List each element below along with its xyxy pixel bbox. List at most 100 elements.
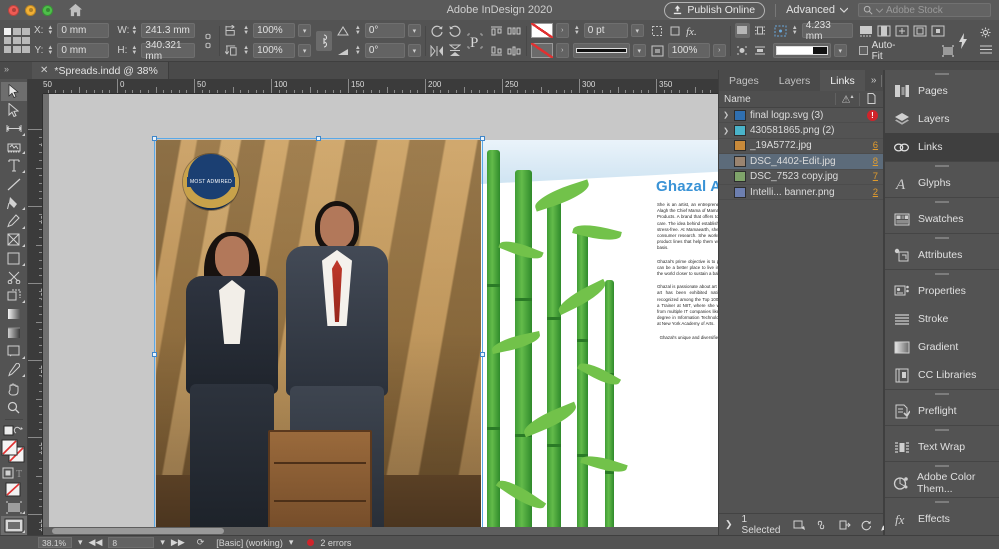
disclosure-chevron-icon[interactable]: ❯ <box>722 111 730 119</box>
dock-group-grip[interactable] <box>885 426 999 433</box>
close-icon[interactable]: ✕ <box>40 65 48 76</box>
link-page-badge[interactable]: 6 <box>868 140 878 151</box>
rectangle-frame-tool[interactable] <box>1 231 27 250</box>
vertical-ruler[interactable]: 050100150200250 <box>28 94 43 535</box>
center-content-icon[interactable] <box>931 23 946 38</box>
x-stepper[interactable]: ▲ ▼ <box>46 24 54 37</box>
rotate-stepper[interactable]: ▲ ▼ <box>354 44 362 57</box>
dock-item-pages[interactable]: Pages <box>885 77 999 105</box>
dock-item-cc-libraries[interactable]: CC Libraries <box>885 361 999 389</box>
list-item[interactable]: DSC_4402-Edit.jpg 8 <box>719 154 883 170</box>
right-page-article[interactable]: Ghazal A She is an artist, an entreprene… <box>481 140 718 535</box>
scale-y-dropdown[interactable]: ▾ <box>298 44 312 57</box>
rotate-clockwise-icon[interactable] <box>430 23 445 38</box>
content-aware-fit-icon[interactable] <box>940 43 955 58</box>
fill-dropdown[interactable]: › <box>555 23 569 38</box>
shear-stepper[interactable]: ▲ ▼ <box>354 24 362 37</box>
scissors-tool[interactable] <box>1 268 27 287</box>
stroke-dropdown[interactable]: › <box>555 43 569 58</box>
distribute-vertical-icon[interactable] <box>507 43 522 58</box>
gap-input[interactable]: 4.233 mm <box>801 20 853 42</box>
hamburger-icon[interactable] <box>978 44 993 54</box>
distribute-horizontal-icon[interactable] <box>507 23 522 38</box>
publish-online-button[interactable]: Publish Online <box>664 1 766 19</box>
flip-vertical-icon[interactable] <box>448 43 463 58</box>
dock-item-glyphs[interactable]: A Glyphs <box>885 169 999 197</box>
gear-icon[interactable] <box>978 26 993 38</box>
formatting-affects-toggle[interactable]: T <box>1 465 27 480</box>
page-number-input[interactable]: 8 <box>108 537 155 548</box>
dock-group-grip[interactable] <box>885 162 999 169</box>
gap-stroke-dropdown[interactable]: ▾ <box>833 44 847 57</box>
list-item[interactable]: Intelli... banner.png 2 <box>719 185 883 201</box>
align-top-icon[interactable] <box>489 23 504 38</box>
stroke-swatch[interactable] <box>530 43 553 58</box>
stroke-weight-dropdown[interactable]: ▾ <box>630 24 644 37</box>
h-input[interactable]: 340.321 mm <box>141 40 196 62</box>
dock-item-stroke[interactable]: Stroke <box>885 305 999 333</box>
shear-dropdown[interactable]: ▾ <box>407 24 421 37</box>
stroke-weight-stepper[interactable]: ▲ ▼ <box>573 24 581 37</box>
dock-group-grip[interactable] <box>885 462 999 469</box>
zoom-tool[interactable] <box>1 398 27 417</box>
dock-item-text-wrap[interactable]: Text Wrap <box>885 433 999 461</box>
scale-y-input[interactable]: 100% <box>253 43 296 58</box>
gap-stepper[interactable]: ▲ ▼ <box>791 24 799 37</box>
align-bottom-icon[interactable] <box>489 43 504 58</box>
pencil-tool[interactable] <box>1 212 27 231</box>
minimize-window-button[interactable] <box>25 4 36 16</box>
selection-tool[interactable] <box>0 82 27 101</box>
direct-selection-tool[interactable] <box>1 101 27 120</box>
text-wrap-none-icon[interactable] <box>734 23 750 38</box>
content-collector-tool[interactable] <box>1 138 27 157</box>
line-tool[interactable] <box>1 175 27 194</box>
dock-group-grip[interactable] <box>885 70 999 77</box>
hand-tool[interactable] <box>1 379 27 398</box>
reference-point-proxy[interactable] <box>0 27 33 54</box>
eyedropper-tool[interactable] <box>1 361 27 380</box>
scale-x-stepper[interactable]: ▲ ▼ <box>242 24 250 37</box>
fill-stroke-swatches-row[interactable] <box>1 423 27 438</box>
opacity-dropdown[interactable]: › <box>712 44 726 57</box>
dock-item-properties[interactable]: Properties <box>885 277 999 305</box>
double-chevron-icon[interactable]: » <box>4 64 9 74</box>
w-input[interactable]: 241.3 mm <box>141 23 196 38</box>
gradient-feather-tool[interactable] <box>1 324 27 343</box>
link-page-badge[interactable]: 8 <box>868 156 878 167</box>
ruler-origin[interactable] <box>28 79 43 94</box>
dock-group-grip[interactable] <box>885 498 999 505</box>
rotate-dropdown[interactable]: ▾ <box>407 44 421 57</box>
text-wrap-object-shape-icon[interactable] <box>735 43 750 58</box>
tab-links[interactable]: Links <box>820 70 865 91</box>
text-wrap-bounding-icon[interactable] <box>753 23 768 38</box>
frame-options-icon[interactable] <box>668 23 683 38</box>
document-tab[interactable]: ✕ *Spreads.indd @ 38% <box>32 62 169 79</box>
zoom-level-input[interactable]: 38.1% <box>38 537 72 548</box>
horizontal-ruler[interactable]: 50050100150200250300350400 <box>28 79 718 94</box>
rotate-counterclockwise-icon[interactable] <box>448 23 463 38</box>
auto-fit-checkbox[interactable] <box>858 46 868 55</box>
chevron-right-icon[interactable]: ❯ <box>725 519 733 530</box>
stroke-weight-input[interactable]: 0 pt <box>583 23 628 38</box>
zoom-dropdown-icon[interactable]: ▾ <box>78 537 83 548</box>
workspace-switcher[interactable]: Advanced <box>786 4 848 16</box>
preflight-toggle-icon[interactable]: ⟳ <box>197 537 205 548</box>
next-page-icon[interactable]: ▶▶ <box>171 537 185 548</box>
opacity-input[interactable]: 100% <box>667 43 710 58</box>
y-input[interactable]: 0 mm <box>57 43 110 58</box>
scale-y-stepper[interactable]: ▲ ▼ <box>242 44 250 57</box>
apply-none-icon[interactable] <box>1 480 27 500</box>
fx-icon[interactable]: fx. <box>686 23 701 38</box>
warning-sort-icon[interactable]: ⚠▴ <box>835 92 859 106</box>
dock-group-grip[interactable] <box>885 390 999 397</box>
dock-item-preflight[interactable]: Preflight <box>885 397 999 425</box>
gap-stroke-preview[interactable] <box>772 43 831 58</box>
list-item[interactable]: ❯ final logp.svg (3) ! <box>719 108 883 124</box>
close-window-button[interactable] <box>8 4 19 16</box>
pen-tool[interactable] <box>1 193 27 212</box>
chain-broken-icon[interactable] <box>200 33 215 48</box>
page-icon[interactable] <box>859 92 883 106</box>
fill-frame-proportionally-icon[interactable] <box>877 23 892 38</box>
home-icon[interactable] <box>67 2 83 18</box>
dock-item-links[interactable]: Links <box>885 133 999 161</box>
